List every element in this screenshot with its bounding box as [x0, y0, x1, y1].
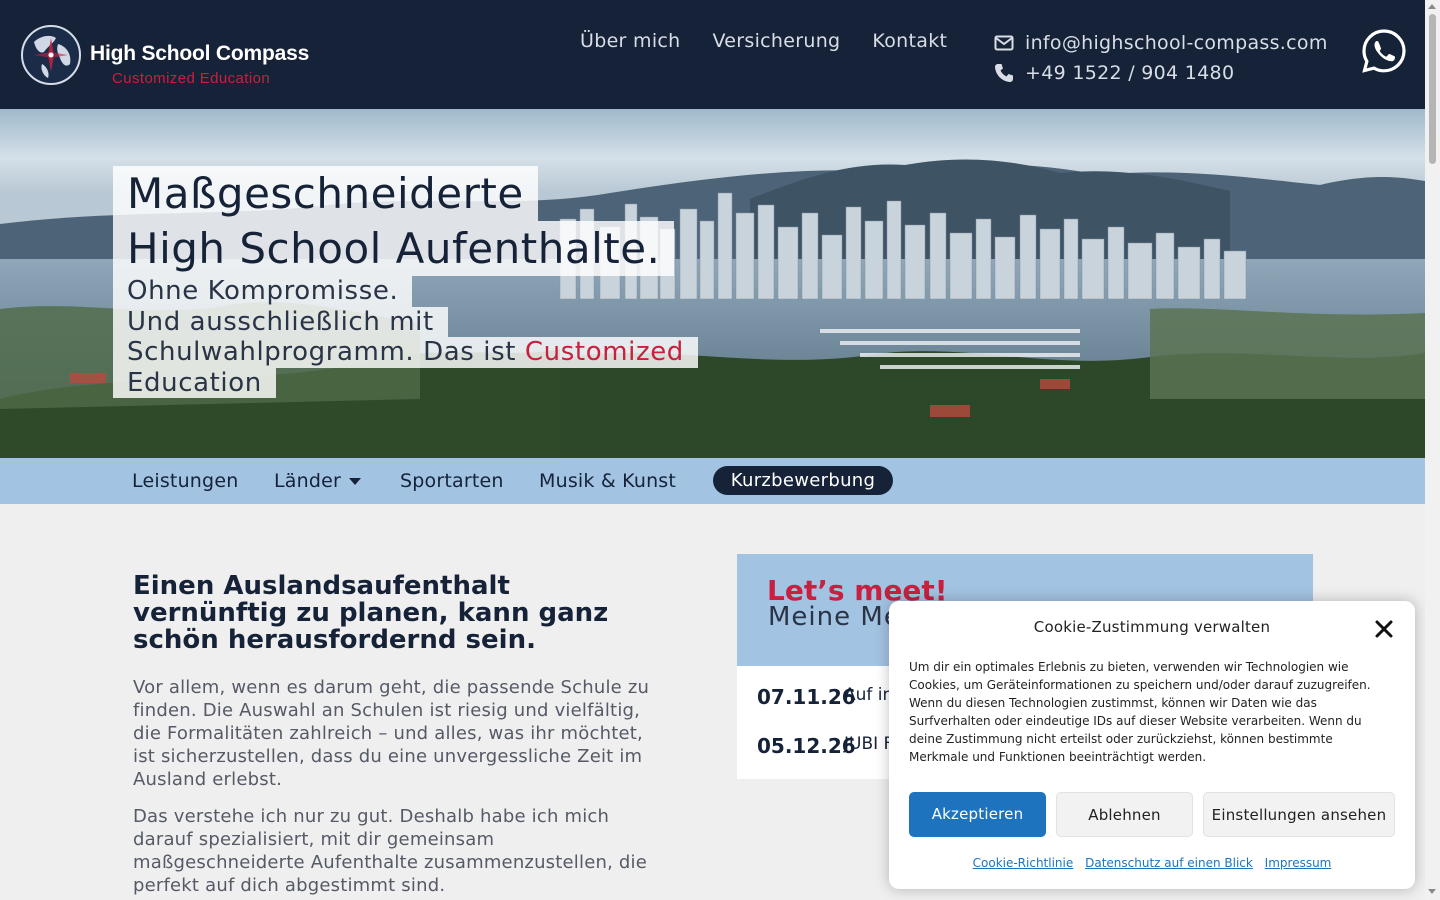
hero-banner: Maßgeschneiderte High School Aufenthalte…: [0, 109, 1425, 458]
hero-title-line-2: High School Aufenthalte.: [113, 221, 675, 276]
close-icon[interactable]: [1373, 618, 1395, 640]
subnav-leistungen[interactable]: Leistungen: [132, 470, 238, 492]
nav-link-kontakt[interactable]: Kontakt: [872, 30, 947, 52]
section-heading: Einen Auslandsaufenthalt vernünftig zu p…: [133, 571, 609, 655]
site-logo[interactable]: High School Compass Customized Education: [20, 24, 320, 88]
event-date: 07.11.26: [757, 685, 856, 709]
chevron-down-icon: [349, 478, 362, 485]
events-subtitle: Meine Me: [768, 602, 901, 632]
event-date: 05.12.26: [757, 734, 856, 758]
hero-text: Maßgeschneiderte High School Aufenthalte…: [113, 166, 698, 398]
email-link[interactable]: info@highschool-compass.com: [994, 28, 1328, 58]
imprint-link[interactable]: Impressum: [1265, 856, 1332, 870]
whatsapp-icon[interactable]: [1361, 28, 1407, 74]
cookie-dialog-text: Um dir ein optimales Erlebnis zu bieten,…: [909, 660, 1371, 764]
site-header: High School Compass Customized Education…: [0, 0, 1425, 109]
accept-button[interactable]: Akzeptieren: [909, 792, 1046, 837]
hero-title-line-1: Maßgeschneiderte: [113, 166, 538, 221]
event-item[interactable]: 07.11.26 Auf in Röme: [757, 685, 947, 709]
cookie-dialog-title: Cookie-Zustimmung verwalten: [1033, 618, 1271, 636]
page-scrollbar[interactable]: [1425, 0, 1440, 900]
phone-link[interactable]: +49 1522 / 904 1480: [994, 58, 1328, 88]
deny-button[interactable]: Ablehnen: [1056, 792, 1193, 837]
secondary-navigation: Leistungen Länder Sportarten Musik & Kun…: [0, 458, 1425, 504]
email-text: info@highschool-compass.com: [1025, 32, 1328, 54]
privacy-link[interactable]: Datenschutz auf einen Blick: [1085, 856, 1253, 870]
contact-info: info@highschool-compass.com +49 1522 / 9…: [994, 28, 1328, 88]
subnav-sportarten[interactable]: Sportarten: [400, 470, 504, 492]
top-navigation: Über mich Versicherung Kontakt: [580, 30, 979, 52]
subnav-laender[interactable]: Länder: [274, 470, 362, 492]
logo-tagline: Customized Education: [112, 70, 271, 87]
envelope-icon: [994, 35, 1014, 51]
globe-compass-icon: [21, 25, 81, 85]
cookie-consent-dialog: Cookie-Zustimmung verwalten Um dir ein o…: [889, 601, 1415, 889]
cookie-links: Cookie-Richtlinie Datenschutz auf einen …: [889, 856, 1415, 870]
phone-icon: [995, 64, 1013, 82]
hero-subtitle-line-3: Schulwahlprogramm. Das ist Customized: [113, 337, 698, 368]
hero-subtitle-prefix: Schulwahlprogramm. Das ist: [127, 337, 525, 367]
intro-paragraph-1: Vor allem, wenn es darum geht, die passe…: [133, 677, 650, 790]
intro-paragraph-2: Das verstehe ich nur zu gut. Deshalb hab…: [133, 806, 648, 896]
scrollbar-thumb[interactable]: [1429, 14, 1436, 164]
hero-accent-word: Customized: [524, 337, 684, 367]
scroll-up-arrow-icon[interactable]: [1428, 4, 1436, 9]
event-item[interactable]: 05.12.26 JUBI F: [757, 734, 893, 758]
hero-subtitle-line-1: Ohne Kompromisse.: [113, 276, 413, 307]
cookie-policy-link[interactable]: Cookie-Richtlinie: [973, 856, 1074, 870]
view-preferences-button[interactable]: Einstellungen ansehen: [1203, 792, 1395, 837]
hero-accent-line: Education: [113, 367, 276, 398]
nav-link-versicherung[interactable]: Versicherung: [712, 30, 840, 52]
logo-name: High School Compass: [90, 42, 310, 65]
hero-subtitle-line-2: Und ausschließlich mit: [113, 306, 448, 337]
scroll-down-arrow-icon[interactable]: [1428, 889, 1436, 894]
kurzbewerbung-button[interactable]: Kurzbewerbung: [713, 466, 893, 495]
nav-link-ueber-mich[interactable]: Über mich: [580, 30, 680, 52]
subnav-laender-label: Länder: [274, 470, 342, 492]
subnav-musik-kunst[interactable]: Musik & Kunst: [539, 470, 676, 492]
phone-text: +49 1522 / 904 1480: [1025, 62, 1235, 84]
